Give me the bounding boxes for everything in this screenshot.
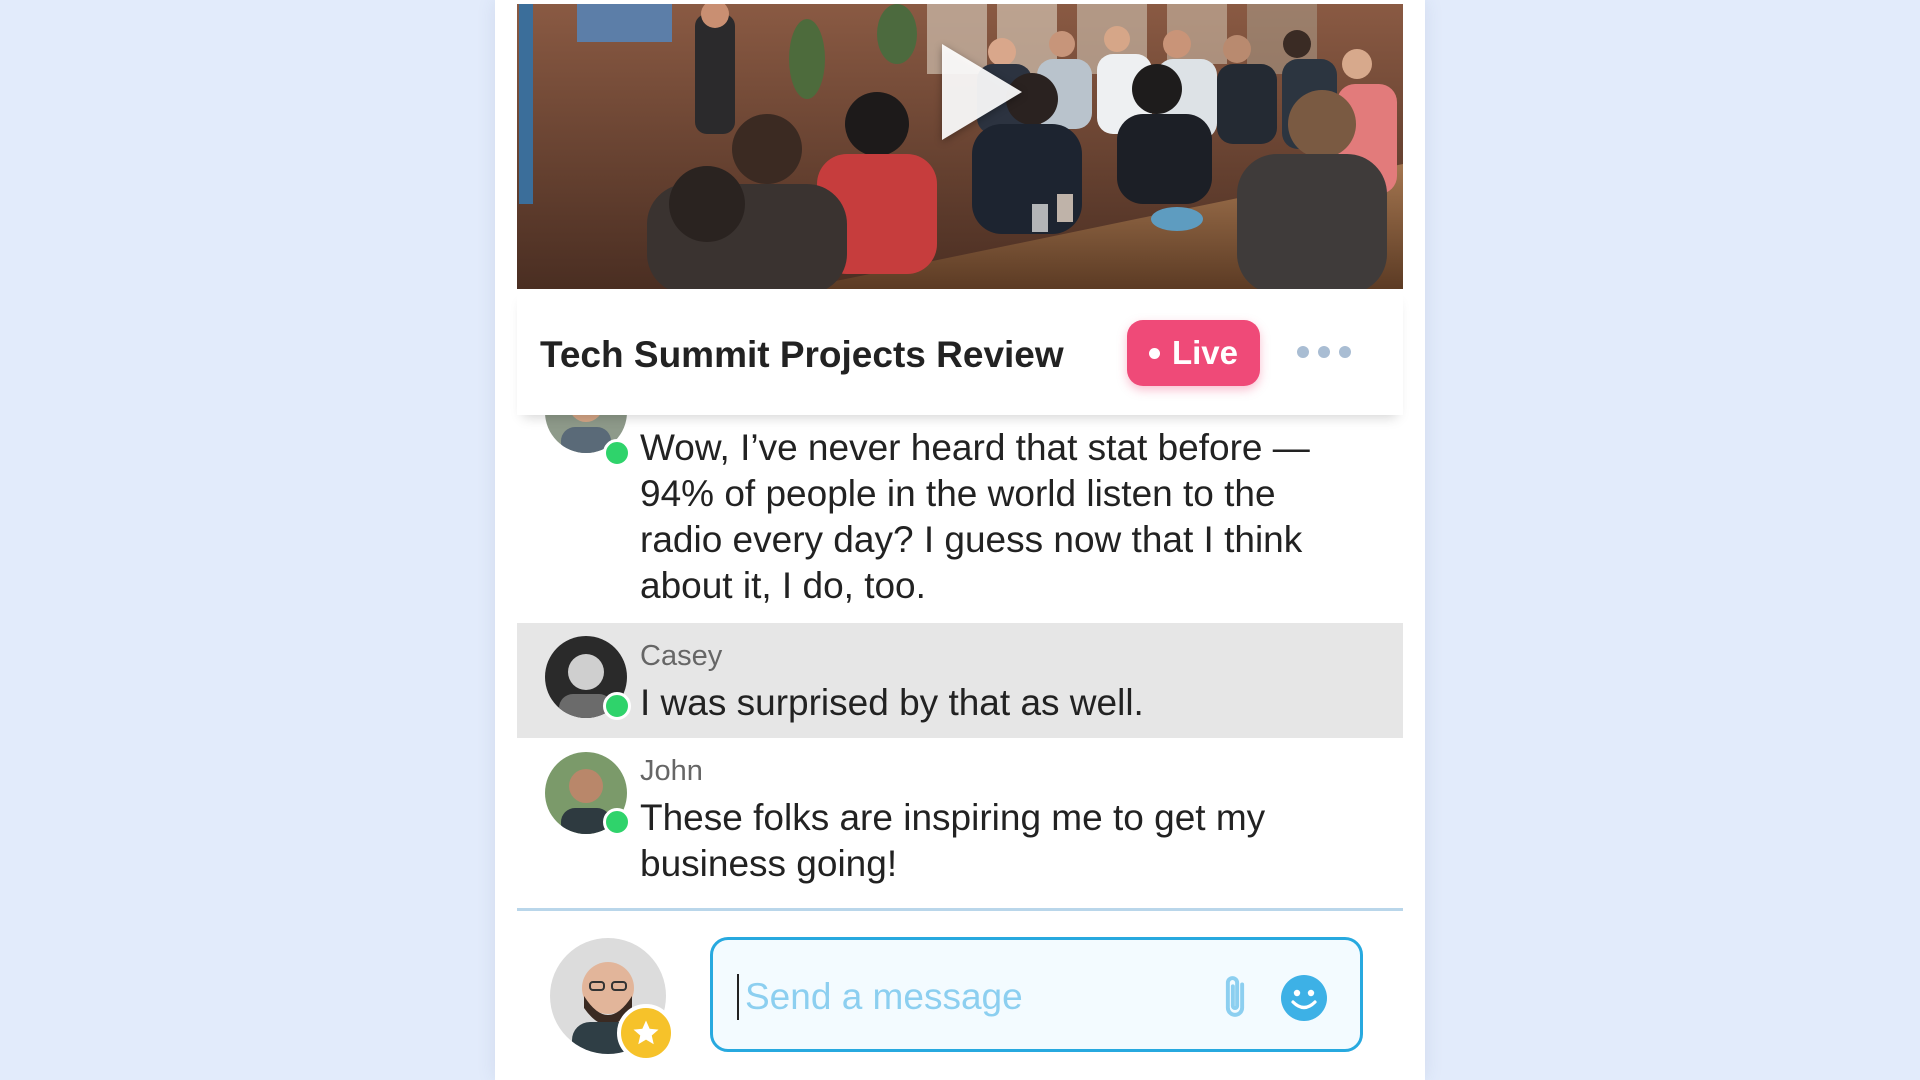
- more-dot: [1318, 346, 1330, 358]
- sender-name: John: [640, 755, 703, 787]
- play-icon[interactable]: [942, 44, 1022, 140]
- sender-name: Casey: [640, 640, 723, 672]
- text-caret: [737, 974, 739, 1020]
- live-label: Live: [1171, 334, 1239, 371]
- message-input[interactable]: [743, 966, 1187, 1028]
- more-dot: [1297, 346, 1309, 358]
- live-badge[interactable]: Live: [1127, 320, 1260, 386]
- message-text: These folks are inspiring me to get my b…: [640, 797, 1266, 884]
- paperclip-icon[interactable]: [1213, 972, 1257, 1022]
- message-item-highlighted: Casey I was surprised by that as well.: [517, 623, 1403, 738]
- more-horizontal-icon[interactable]: [1297, 343, 1351, 361]
- message-composer[interactable]: [710, 937, 1363, 1052]
- online-status-icon: [603, 692, 631, 720]
- message-item: John These folks are inspiring me to get…: [517, 738, 1403, 907]
- message-text: Wow, I’ve never heard that stat before —…: [640, 427, 1310, 606]
- message-text: I was surprised by that as well.: [640, 682, 1144, 723]
- message-item: Wow, I’ve never heard that stat before —…: [517, 415, 1403, 623]
- message-list[interactable]: Wow, I’ve never heard that stat before —…: [517, 415, 1403, 907]
- smiley-icon[interactable]: [1280, 974, 1328, 1022]
- chat-panel: Tech Summit Projects Review Live Wow, I’…: [495, 0, 1425, 1080]
- online-status-icon: [603, 439, 631, 467]
- stream-header: Tech Summit Projects Review Live: [517, 289, 1403, 415]
- more-dot: [1339, 346, 1351, 358]
- composer-divider: [517, 908, 1403, 911]
- live-dot-icon: [1148, 347, 1160, 359]
- video-player[interactable]: [517, 4, 1403, 289]
- online-status-icon: [603, 808, 631, 836]
- star-icon: [617, 1004, 675, 1062]
- stream-title: Tech Summit Projects Review: [540, 334, 1064, 375]
